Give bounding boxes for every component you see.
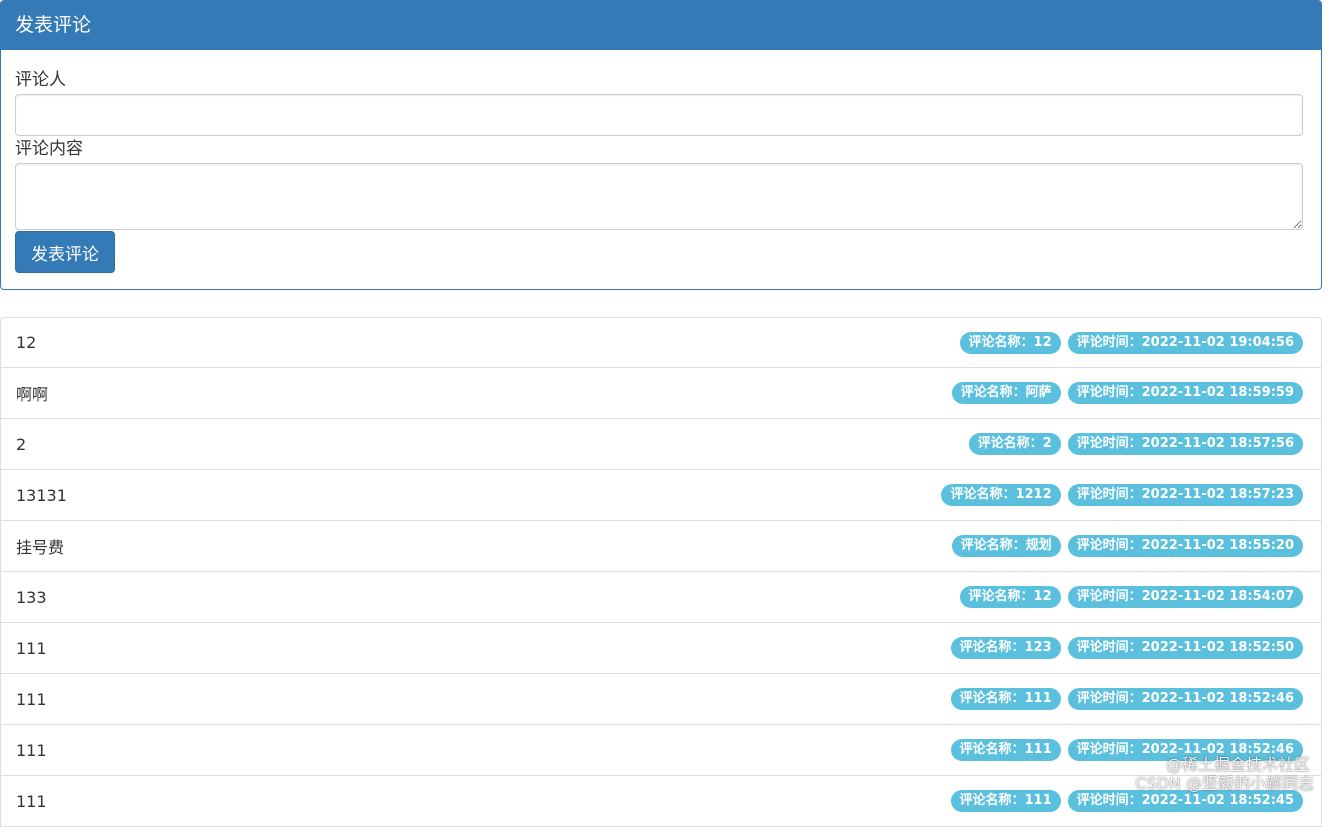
name-badge: 评论名称：111 (951, 688, 1061, 710)
name-badge: 评论名称：1212 (941, 484, 1060, 506)
author-label: 评论人 (15, 69, 1303, 91)
list-item: 啊啊 评论名称：阿萨 评论时间：2022-11-02 18:59:59 (0, 368, 1322, 419)
badge-group: 评论名称：阿萨 评论时间：2022-11-02 18:59:59 (952, 382, 1303, 404)
author-input[interactable] (15, 94, 1303, 136)
time-badge: 评论时间：2022-11-02 18:57:56 (1068, 433, 1303, 455)
content-textarea[interactable] (15, 163, 1303, 230)
name-badge: 评论名称：阿萨 (952, 382, 1061, 404)
list-item: 13131 评论名称：1212 评论时间：2022-11-02 18:57:23 (0, 470, 1322, 521)
content-label: 评论内容 (15, 138, 1303, 160)
badge-group: 评论名称：12 评论时间：2022-11-02 18:54:07 (960, 586, 1303, 608)
time-badge: 评论时间：2022-11-02 19:04:56 (1068, 332, 1303, 354)
comment-text: 12 (16, 333, 960, 352)
comment-text: 111 (16, 792, 951, 811)
name-badge: 评论名称：2 (969, 433, 1061, 455)
time-badge: 评论时间：2022-11-02 18:55:20 (1068, 535, 1303, 557)
list-item: 挂号费 评论名称：规划 评论时间：2022-11-02 18:55:20 (0, 521, 1322, 572)
list-item: 12 评论名称：12 评论时间：2022-11-02 19:04:56 (0, 317, 1322, 368)
comment-text: 111 (16, 639, 951, 658)
time-badge: 评论时间：2022-11-02 18:57:23 (1068, 484, 1303, 506)
time-badge: 评论时间：2022-11-02 18:52:45 (1068, 790, 1303, 812)
time-badge: 评论时间：2022-11-02 18:59:59 (1068, 382, 1303, 404)
comment-text: 111 (16, 741, 951, 760)
badge-group: 评论名称：111 评论时间：2022-11-02 18:52:46 (951, 739, 1304, 761)
name-badge: 评论名称：111 (951, 739, 1061, 761)
comment-text: 啊啊 (16, 381, 952, 405)
comment-form: 评论人 评论内容 发表评论 (1, 69, 1321, 273)
comment-text: 13131 (16, 486, 941, 505)
badge-group: 评论名称：12 评论时间：2022-11-02 19:04:56 (960, 332, 1303, 354)
name-badge: 评论名称：12 (960, 332, 1061, 354)
time-badge: 评论时间：2022-11-02 18:52:46 (1068, 688, 1303, 710)
comment-list: 12 评论名称：12 评论时间：2022-11-02 19:04:56 啊啊 评… (0, 317, 1322, 827)
time-badge: 评论时间：2022-11-02 18:52:46 (1068, 739, 1303, 761)
comment-form-panel: 发表评论 评论人 评论内容 发表评论 (0, 0, 1322, 290)
list-item: 111 评论名称：111 评论时间：2022-11-02 18:52:46 (0, 674, 1322, 725)
comment-text: 2 (16, 435, 969, 454)
comment-text: 133 (16, 588, 960, 607)
time-badge: 评论时间：2022-11-02 18:52:50 (1068, 637, 1303, 659)
badge-group: 评论名称：规划 评论时间：2022-11-02 18:55:20 (952, 535, 1303, 557)
name-badge: 评论名称：规划 (952, 535, 1061, 557)
badge-group: 评论名称：1212 评论时间：2022-11-02 18:57:23 (941, 484, 1303, 506)
badge-group: 评论名称：123 评论时间：2022-11-02 18:52:50 (951, 637, 1304, 659)
time-badge: 评论时间：2022-11-02 18:54:07 (1068, 586, 1303, 608)
list-item: 111 评论名称：111 评论时间：2022-11-02 18:52:46 (0, 725, 1322, 776)
list-item: 111 评论名称：111 评论时间：2022-11-02 18:52:45 (0, 776, 1322, 827)
name-badge: 评论名称：12 (960, 586, 1061, 608)
panel-title: 发表评论 (1, 1, 1321, 50)
comment-text: 挂号费 (16, 534, 952, 558)
list-item: 111 评论名称：123 评论时间：2022-11-02 18:52:50 (0, 623, 1322, 674)
badge-group: 评论名称：111 评论时间：2022-11-02 18:52:45 (951, 790, 1304, 812)
list-item: 2 评论名称：2 评论时间：2022-11-02 18:57:56 (0, 419, 1322, 470)
list-item: 133 评论名称：12 评论时间：2022-11-02 18:54:07 (0, 572, 1322, 623)
name-badge: 评论名称：123 (951, 637, 1061, 659)
badge-group: 评论名称：2 评论时间：2022-11-02 18:57:56 (969, 433, 1303, 455)
comment-text: 111 (16, 690, 951, 709)
badge-group: 评论名称：111 评论时间：2022-11-02 18:52:46 (951, 688, 1304, 710)
submit-comment-button[interactable]: 发表评论 (15, 231, 115, 273)
name-badge: 评论名称：111 (951, 790, 1061, 812)
